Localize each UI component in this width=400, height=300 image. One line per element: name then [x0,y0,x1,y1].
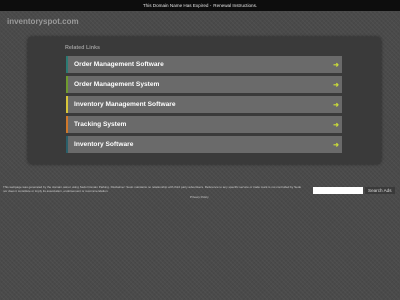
link-color-bar [66,56,68,73]
expired-message: This Domain Name Has Expired - [142,3,212,8]
renewal-instructions-link[interactable]: Renewal Instructions. [213,3,257,8]
related-link-label: Inventory Software [74,141,134,148]
related-link-label: Inventory Management Software [74,101,176,108]
related-link-inventory-software[interactable]: Inventory Software ➜ [66,136,342,153]
search-ads-form: Search Ads [313,187,395,194]
privacy-policy-link[interactable]: Privacy Policy [190,195,209,199]
search-ads-input[interactable] [313,187,363,194]
arrow-right-icon: ➜ [333,121,339,129]
arrow-right-icon: ➜ [333,61,339,69]
link-color-bar [66,96,68,113]
parking-disclaimer: This webpage was generated by the domain… [3,185,302,193]
related-link-label: Order Management Software [74,61,164,68]
related-link-inventory-management-software[interactable]: Inventory Management Software ➜ [66,96,342,113]
arrow-right-icon: ➜ [333,81,339,89]
link-color-bar [66,136,68,153]
related-links-panel: Related Links Order Management Software … [28,37,381,164]
site-domain: inventoryspot.com [7,17,79,26]
arrow-right-icon: ➜ [333,141,339,149]
related-link-order-management-system[interactable]: Order Management System ➜ [66,76,342,93]
link-color-bar [66,76,68,93]
related-link-order-management-software[interactable]: Order Management Software ➜ [66,56,342,73]
related-links-title: Related Links [65,45,101,51]
expired-domain-banner: This Domain Name Has Expired - Renewal I… [0,0,400,11]
related-link-label: Tracking System [74,121,127,128]
related-link-label: Order Management System [74,81,160,88]
link-color-bar [66,116,68,133]
arrow-right-icon: ➜ [333,101,339,109]
search-ads-button[interactable]: Search Ads [365,187,395,194]
related-links-list: Order Management Software ➜ Order Manage… [66,56,342,156]
related-link-tracking-system[interactable]: Tracking System ➜ [66,116,342,133]
